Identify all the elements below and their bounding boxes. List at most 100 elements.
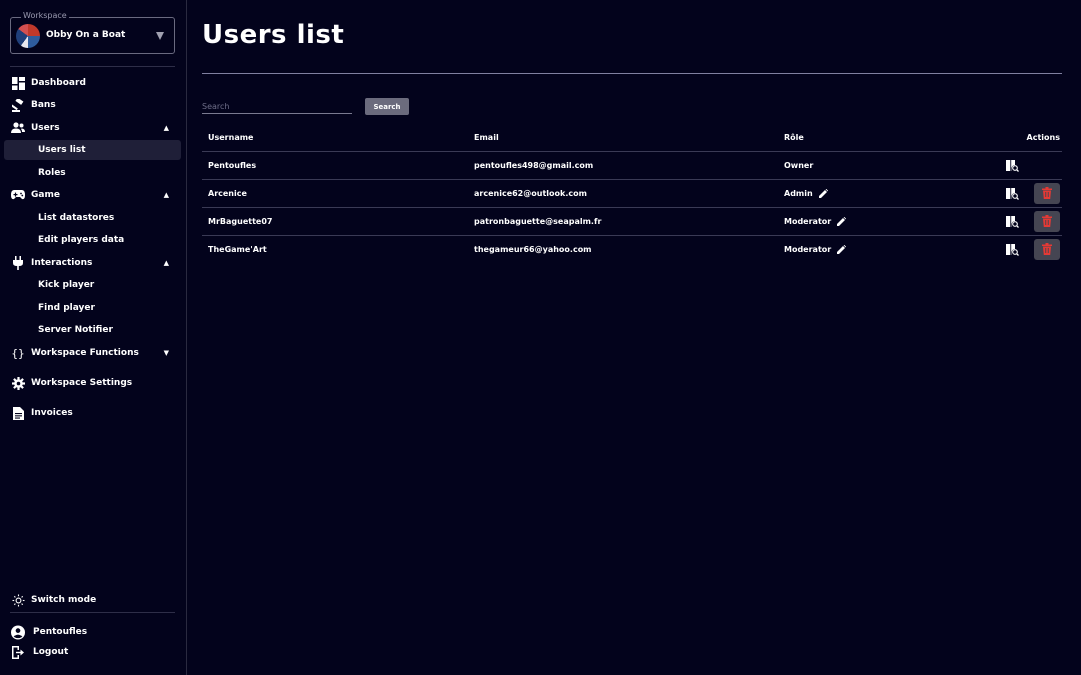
delete-user-button[interactable] [1034, 210, 1060, 232]
chevron-down-icon: ▼ [163, 349, 169, 357]
trash-icon [1042, 187, 1052, 199]
delete-user-button[interactable] [1034, 238, 1060, 260]
cell-role: Admin [778, 179, 932, 208]
plug-icon [11, 256, 25, 270]
workspace-name: Obby On a Boat [46, 30, 126, 40]
role-label: Admin [784, 188, 813, 198]
sidebar-item-label: Find player [38, 303, 95, 313]
search-button[interactable]: Search [365, 98, 409, 115]
chevron-down-icon [156, 32, 164, 40]
user-name: Pentoufles [33, 627, 88, 637]
divider [202, 73, 1062, 74]
cell-role: Moderator [778, 207, 932, 236]
sidebar-item-label: List datastores [38, 213, 115, 223]
view-user-icon[interactable] [1006, 187, 1020, 201]
chevron-up-icon: ▲ [163, 124, 169, 132]
sidebar-item-workspace-settings[interactable]: Workspace Settings [4, 373, 181, 393]
sidebar-item-dashboard[interactable]: Dashboard [4, 73, 181, 93]
user-profile[interactable]: Pentoufles [4, 622, 181, 642]
trash-icon [1042, 215, 1052, 227]
table-row: MrBaguette07 patronbaguette@seapalm.fr Mod… [202, 207, 1062, 236]
cell-username: Pentoufles [202, 151, 468, 180]
sidebar-item-workspace-functions[interactable]: {} Workspace Functions ▼ [4, 343, 181, 363]
search-input[interactable] [202, 100, 352, 114]
sidebar-item-label: Server Notifier [38, 325, 113, 335]
sidebar-item-label: Kick player [38, 280, 95, 290]
cell-username: Arcenice [202, 179, 468, 208]
role-label: Moderator [784, 244, 832, 254]
sidebar-item-label: Invoices [31, 408, 73, 418]
sidebar-item-game[interactable]: Game ▲ [4, 185, 181, 205]
sidebar-item-label: Bans [31, 100, 56, 110]
table-row: Arcenice arcenice62@outlook.com Admin [202, 179, 1062, 208]
view-user-icon[interactable] [1006, 159, 1020, 173]
users-icon [11, 121, 25, 135]
sidebar-item-label: Workspace Settings [31, 378, 133, 388]
edit-role-icon[interactable] [837, 244, 847, 254]
sidebar-item-label: Game [31, 190, 60, 200]
sidebar: Workspace Obby On a Boat Dashboard Bans … [0, 0, 187, 675]
role-label: Owner [784, 160, 814, 170]
cell-username: TheGame'Art [208, 244, 267, 254]
sidebar-item-users[interactable]: Users ▲ [4, 118, 181, 138]
table-row: TheGame'Art thegameur66@yahoo.com Moderato… [202, 235, 1062, 263]
dashboard-icon [11, 76, 25, 90]
users-table: Username Email Rôle Actions Pentoufles pe… [202, 124, 1062, 263]
sidebar-item-bans[interactable]: Bans [4, 95, 181, 115]
sidebar-item-edit-players-data[interactable]: Edit players data [4, 230, 181, 250]
sidebar-item-interactions[interactable]: Interactions ▲ [4, 253, 181, 273]
workspace-selector[interactable]: Workspace Obby On a Boat [10, 11, 175, 54]
chevron-up-icon: ▲ [163, 259, 169, 267]
account-circle-icon [11, 625, 25, 639]
column-header-email: Email [468, 124, 778, 152]
divider [10, 66, 175, 67]
cell-actions [932, 151, 1062, 180]
sidebar-item-label: Edit players data [38, 235, 125, 245]
sidebar-item-invoices[interactable]: Invoices [4, 403, 181, 423]
sidebar-item-kick-player[interactable]: Kick player [4, 275, 181, 295]
table-header-row: Username Email Rôle Actions [202, 124, 1062, 152]
divider [10, 612, 175, 613]
sidebar-item-server-notifier[interactable]: Server Notifier [4, 320, 181, 340]
chevron-up-icon: ▲ [163, 191, 169, 199]
sidebar-item-label: Users [31, 123, 60, 133]
sidebar-item-list-datastores[interactable]: List datastores [4, 208, 181, 228]
sidebar-item-label: Roles [38, 168, 66, 178]
edit-role-icon[interactable] [837, 216, 847, 226]
delete-user-button[interactable] [1034, 182, 1060, 204]
logout-icon [11, 645, 25, 659]
sidebar-item-find-player[interactable]: Find player [4, 298, 181, 318]
cell-role: Moderator [778, 235, 932, 263]
sidebar-item-label: Interactions [31, 258, 93, 268]
sidebar-item-roles[interactable]: Roles [4, 163, 181, 183]
logout-label: Logout [33, 647, 69, 657]
page-title: Users list [202, 20, 345, 50]
logout-button[interactable]: Logout [4, 642, 181, 662]
gamepad-icon [11, 188, 25, 202]
cell-username: MrBaguette07 [202, 207, 468, 236]
document-icon [11, 406, 25, 420]
trash-icon [1042, 243, 1052, 255]
braces-icon: {} [11, 346, 25, 360]
switch-mode-label: Switch mode [31, 595, 97, 605]
sidebar-item-label: Workspace Functions [31, 348, 139, 358]
view-user-icon[interactable] [1006, 215, 1020, 229]
cell-email: thegameur66@yahoo.com [474, 244, 592, 254]
column-header-role: Rôle [778, 124, 932, 152]
edit-role-icon[interactable] [818, 188, 828, 198]
sidebar-item-users-list[interactable]: Users list [4, 140, 181, 160]
cell-actions [932, 207, 1062, 236]
cell-role: Owner [778, 151, 932, 180]
cell-actions [932, 235, 1062, 263]
cell-email: arcenice62@outlook.com [468, 179, 778, 208]
gear-icon [11, 376, 25, 390]
switch-mode-button[interactable]: Switch mode [4, 590, 181, 610]
sun-icon [11, 593, 25, 607]
gavel-icon [11, 98, 25, 112]
sidebar-item-label: Users list [38, 145, 86, 155]
workspace-avatar [16, 24, 40, 48]
role-label: Moderator [784, 216, 832, 226]
column-header-actions: Actions [932, 124, 1062, 152]
view-user-icon[interactable] [1006, 243, 1020, 257]
column-header-username: Username [202, 124, 468, 152]
